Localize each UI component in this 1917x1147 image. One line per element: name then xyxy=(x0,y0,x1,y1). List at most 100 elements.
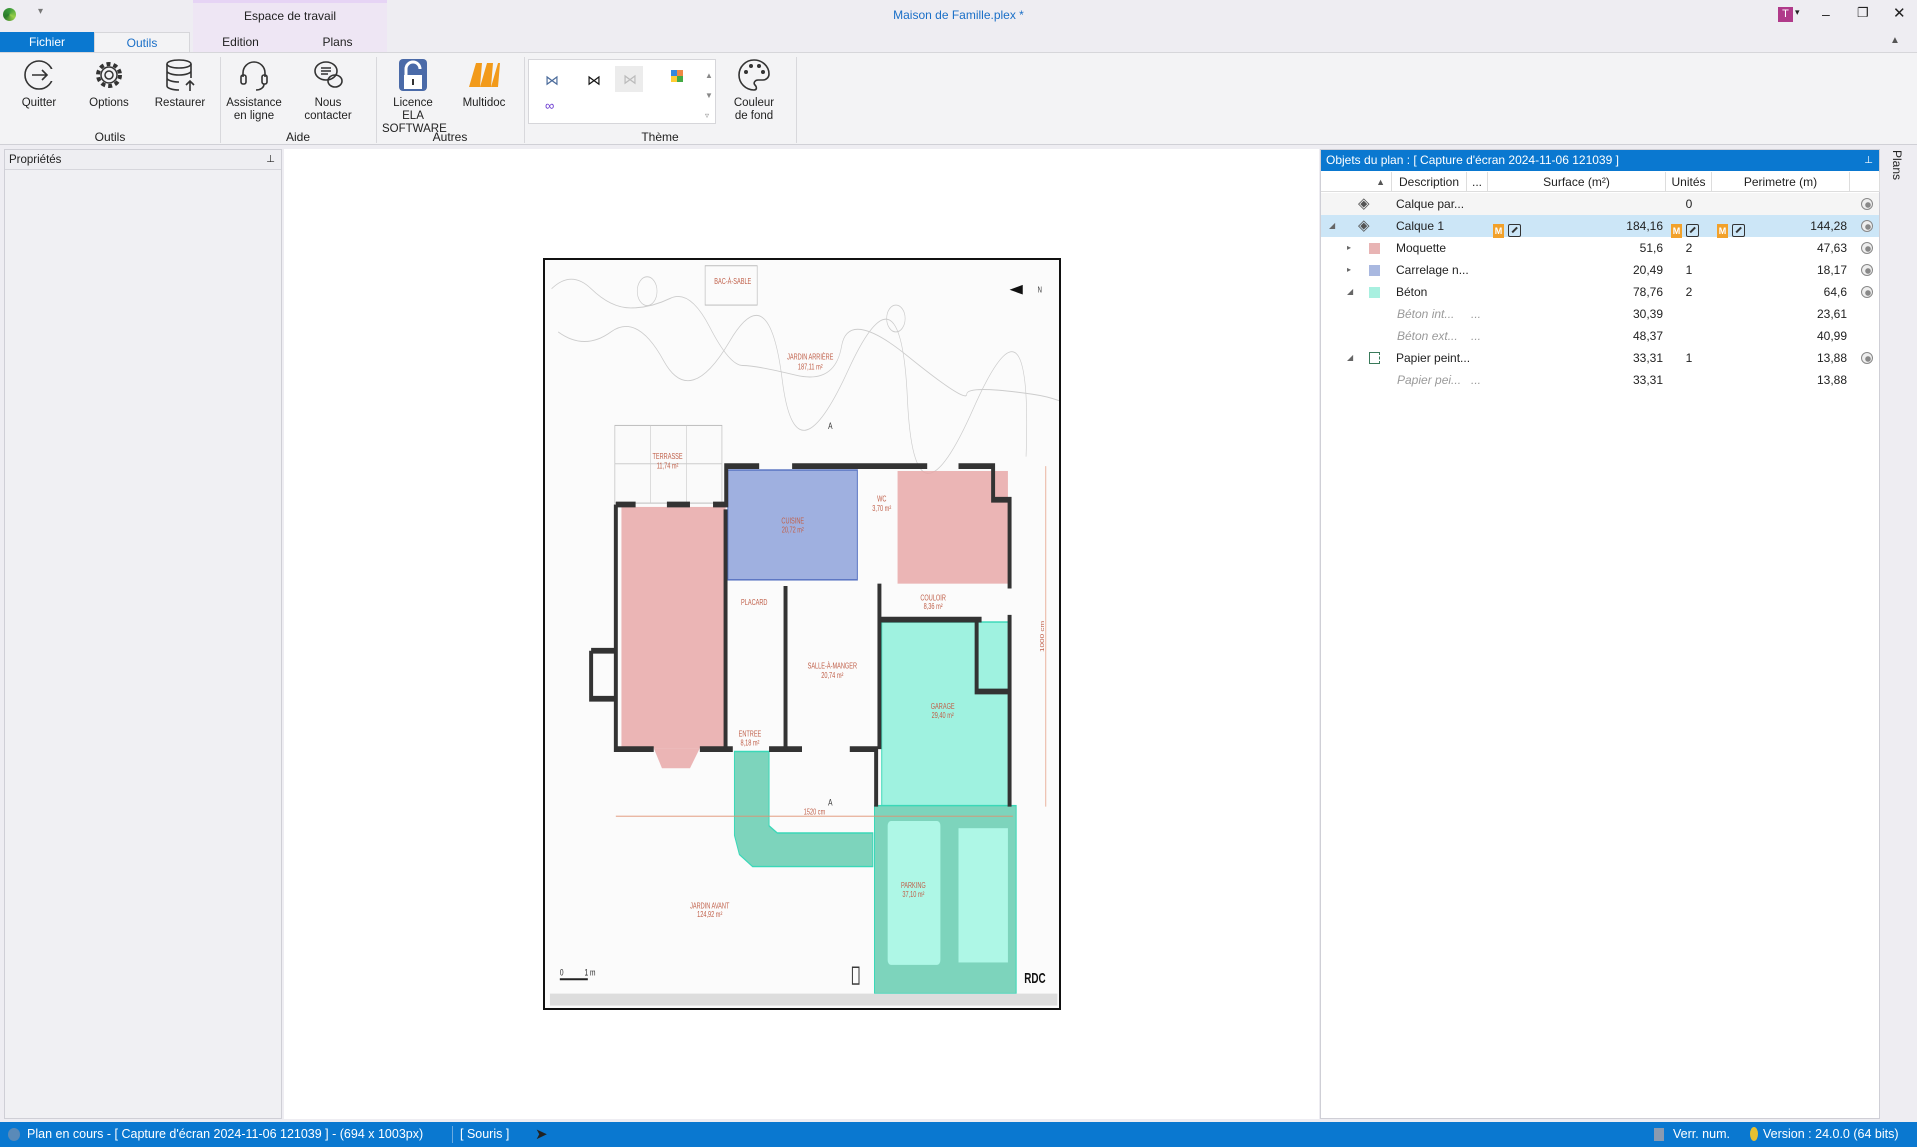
object-row[interactable]: ▸ Moquette 51,6 2 47,63 xyxy=(1321,237,1879,259)
label-salle: SALLE-À-MANGER xyxy=(808,660,857,670)
theme-vs-blue-icon[interactable]: ⋈ xyxy=(545,72,559,89)
contact-label: Nous contacter xyxy=(304,97,352,122)
restaurer-button[interactable]: Restaurer xyxy=(152,57,208,110)
column-visibility xyxy=(1850,172,1880,192)
area-salle: 20,74 m² xyxy=(821,672,844,680)
tab-edition[interactable]: Edition xyxy=(193,32,288,53)
object-unites xyxy=(1666,215,1712,237)
group-label-aide: Aide xyxy=(285,130,311,144)
sort-column-header[interactable]: ▲ xyxy=(1321,172,1392,192)
visibility-eye-icon[interactable] xyxy=(1861,352,1873,364)
assistance-label-1: Assistance xyxy=(226,97,282,109)
info-icon xyxy=(8,1128,20,1141)
object-surface: 33,31 xyxy=(1632,351,1663,365)
object-row[interactable]: ◢ Béton 78,76 2 64,6 xyxy=(1321,281,1879,303)
object-more[interactable]: ... xyxy=(1471,369,1481,391)
theme-office-icon[interactable] xyxy=(671,70,683,82)
area-jardin-avant: 124,92 m² xyxy=(697,911,723,919)
theme-gallery[interactable]: ⋈ ⋈ ⋈ ∞ ▲ ▼ ▿ xyxy=(528,59,716,124)
expand-toggle-icon[interactable]: ◢ xyxy=(1347,281,1353,303)
quitter-button[interactable]: Quitter xyxy=(14,57,64,110)
visibility-eye-icon[interactable] xyxy=(1861,220,1873,232)
object-description: Béton xyxy=(1396,285,1428,299)
licence-label-1: Licence ELA xyxy=(393,97,433,122)
multidoc-button[interactable]: Multidoc xyxy=(458,57,510,110)
visibility-eye-icon[interactable] xyxy=(1861,264,1873,276)
label-garage: GARAGE xyxy=(931,703,955,711)
object-perimetre xyxy=(1712,193,1847,215)
object-more[interactable]: ... xyxy=(1471,325,1481,347)
options-label: Options xyxy=(89,97,129,109)
chat-bubbles-icon xyxy=(314,61,343,88)
theme-infinity-icon[interactable]: ∞ xyxy=(545,98,554,113)
user-avatar[interactable]: T xyxy=(1778,7,1793,22)
minimize-button[interactable]: – xyxy=(1822,6,1830,22)
object-row[interactable]: ◢ Papier peint... 33,31 1 13,88 xyxy=(1321,347,1879,369)
area-jardin-arriere: 187,11 m² xyxy=(798,363,823,371)
visibility-eye-icon[interactable] xyxy=(1861,198,1873,210)
label-jardin-arriere: JARDIN ARRIÈRE xyxy=(787,352,834,362)
object-row[interactable]: ◢ ◈ Calque 1 M M M 184,16 144,28 xyxy=(1321,215,1879,238)
object-row[interactable]: Papier pei...... 33,31 13,88 xyxy=(1321,369,1879,391)
multidoc-label: Multidoc xyxy=(462,97,506,109)
properties-panel: Propriétés ⊥ xyxy=(4,149,282,1119)
restaurer-label: Restaurer xyxy=(154,97,206,109)
expand-toggle-icon[interactable]: ◢ xyxy=(1347,347,1353,369)
licence-button[interactable]: Licence ELA SOFTWARE xyxy=(382,57,447,136)
label-placard: PLACARD xyxy=(741,599,767,607)
object-row[interactable]: ◈ Calque par... 0 xyxy=(1321,193,1879,215)
tab-fichier[interactable]: Fichier xyxy=(0,32,94,53)
expand-toggle-icon[interactable]: ▸ xyxy=(1347,259,1351,281)
close-button[interactable]: ✕ xyxy=(1893,4,1906,22)
object-surface xyxy=(1488,193,1663,215)
expand-toggle-icon[interactable]: ◢ xyxy=(1329,215,1335,237)
theme-vs-dark-icon[interactable]: ⋈ xyxy=(587,72,601,89)
column-more[interactable]: ... xyxy=(1467,172,1488,192)
material-swatch-icon xyxy=(1369,287,1380,298)
options-button[interactable]: Options xyxy=(84,57,134,110)
pin-icon[interactable]: ⊥ xyxy=(1864,150,1873,171)
area-garage: 29,40 m² xyxy=(932,712,955,720)
scale-zero: 0 xyxy=(560,967,564,977)
column-perimetre[interactable]: Perimetre (m) xyxy=(1712,172,1850,192)
tab-outils[interactable]: Outils xyxy=(94,32,190,53)
label-parking: PARKING xyxy=(901,882,926,890)
nous-contacter-button[interactable]: Nous contacter xyxy=(290,57,366,123)
theme-vs-light-selected[interactable]: ⋈ xyxy=(615,66,643,92)
assistance-button[interactable]: Assistance en ligne xyxy=(226,57,282,123)
collapse-ribbon-icon[interactable]: ▲ xyxy=(1890,35,1900,46)
user-dropdown-icon[interactable]: ▾ xyxy=(1795,7,1800,18)
tab-plans[interactable]: Plans xyxy=(288,32,387,53)
object-description: Béton int... xyxy=(1397,307,1455,321)
level-label: RDC xyxy=(1024,970,1045,986)
object-perimetre: 18,17 xyxy=(1816,263,1847,277)
object-unites: 2 xyxy=(1685,241,1693,255)
restore-button[interactable]: ❐ xyxy=(1857,5,1869,21)
pin-icon[interactable]: ⊥ xyxy=(266,150,275,170)
database-restore-icon xyxy=(166,59,195,91)
numlock-icon xyxy=(1654,1128,1664,1141)
floor-plan-image[interactable]: BAC-À-SABLE JARDIN ARRIÈRE 187,11 m² TER… xyxy=(543,258,1158,1010)
object-more[interactable]: ... xyxy=(1471,303,1481,325)
object-row[interactable]: ▸ Carrelage n... 20,49 1 18,17 xyxy=(1321,259,1879,281)
objects-panel-title: Objets du plan : [ Capture d'écran 2024-… xyxy=(1326,153,1619,167)
object-unites: 0 xyxy=(1685,197,1693,211)
column-unites[interactable]: Unités xyxy=(1666,172,1712,192)
document-title: Maison de Famille.plex * xyxy=(893,8,1024,22)
object-row[interactable]: Béton int...... 30,39 23,61 xyxy=(1321,303,1879,325)
dimension-horizontal: 1520 cm xyxy=(804,808,826,816)
visibility-eye-icon[interactable] xyxy=(1861,286,1873,298)
side-tab-plans[interactable]: Plans xyxy=(1884,150,1904,190)
expand-toggle-icon[interactable]: ▸ xyxy=(1347,237,1351,259)
column-surface[interactable]: Surface (m²) xyxy=(1488,172,1666,192)
moquette-zone[interactable] xyxy=(621,506,726,749)
couleur-de-fond-button[interactable]: Couleur de fond xyxy=(726,57,782,123)
status-bar: Plan en cours - [ Capture d'écran 2024-1… xyxy=(0,1122,1917,1147)
gallery-scroll-icons[interactable]: ▲ ▼ ▿ xyxy=(705,66,713,126)
ribbon: Quitter Options Restaurer Assistance en l… xyxy=(0,52,1917,145)
visibility-eye-icon[interactable] xyxy=(1861,242,1873,254)
object-row[interactable]: Béton ext...... 48,37 40,99 xyxy=(1321,325,1879,347)
north-arrow-icon xyxy=(1009,284,1023,295)
column-description[interactable]: Description xyxy=(1392,172,1467,192)
dimension-vertical: 1000 cm xyxy=(1040,621,1046,652)
